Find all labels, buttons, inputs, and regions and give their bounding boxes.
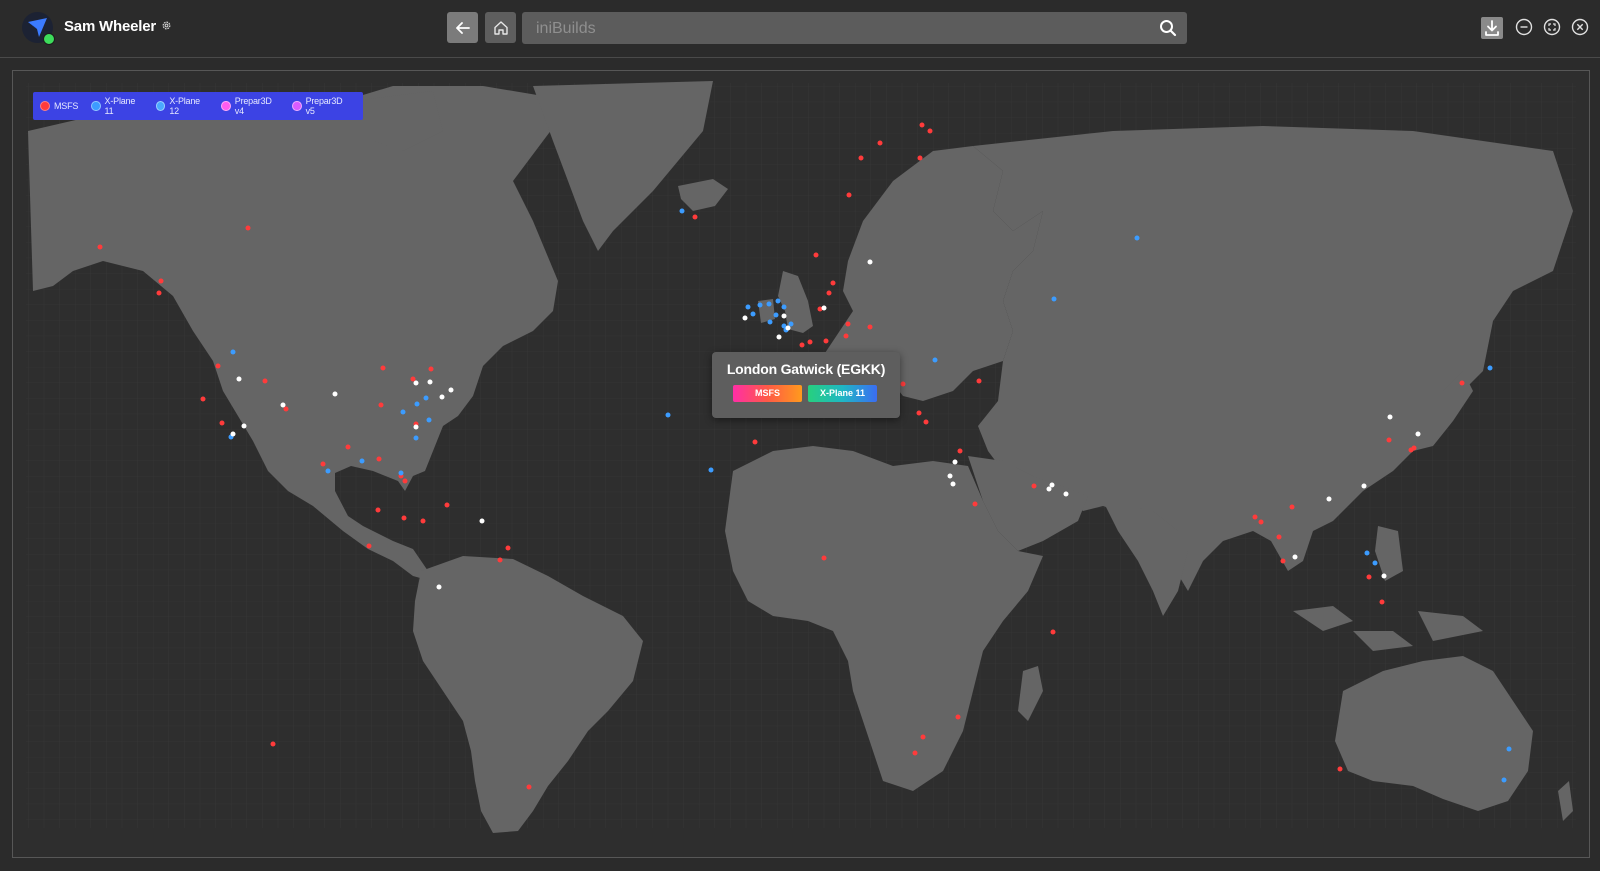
- legend-item-xplane-12[interactable]: X-Plane 12: [156, 96, 208, 116]
- user-name: Sam Wheeler: [64, 18, 157, 35]
- tag-msfs[interactable]: MSFS: [733, 385, 802, 402]
- maximize-icon[interactable]: [1543, 18, 1561, 36]
- home-icon: [493, 20, 508, 35]
- legend-item-prepar3d-v5[interactable]: Prepar3D v5: [292, 96, 350, 116]
- back-button[interactable]: [447, 12, 478, 43]
- legend-label-xplane-11: X-Plane 11: [104, 96, 136, 116]
- legend-item-prepar3d-v4[interactable]: Prepar3D v4: [221, 96, 279, 116]
- airport-tooltip[interactable]: London Gatwick (EGKK) MSFS X-Plane 11: [712, 352, 900, 418]
- online-status-dot: [43, 33, 55, 45]
- legend-item-xplane-11[interactable]: X-Plane 11: [91, 96, 143, 116]
- legend-dot-prepar3d-v4: [221, 101, 231, 111]
- legend-dot-msfs: [40, 101, 50, 111]
- world-map[interactable]: [13, 71, 1589, 857]
- search-input[interactable]: [534, 12, 1138, 46]
- legend-dot-xplane-12: [156, 101, 166, 111]
- legend-label-prepar3d-v5: Prepar3D v5: [305, 96, 343, 116]
- arrow-left-icon: [455, 21, 470, 34]
- gear-icon[interactable]: [161, 20, 172, 31]
- download-icon[interactable]: [1481, 17, 1503, 39]
- tooltip-title: London Gatwick (EGKK): [726, 361, 886, 377]
- world-map-panel[interactable]: MSFS X-Plane 11 X-Plane 12 Prepar3D v4 P…: [12, 70, 1590, 858]
- legend-item-msfs[interactable]: MSFS: [40, 101, 78, 111]
- search-bar: [522, 12, 1187, 46]
- legend: MSFS X-Plane 11 X-Plane 12 Prepar3D v4 P…: [33, 92, 363, 120]
- legend-label-msfs: MSFS: [54, 101, 79, 111]
- minimize-icon[interactable]: [1515, 18, 1533, 36]
- tag-xplane-11[interactable]: X-Plane 11: [808, 385, 877, 402]
- legend-label-xplane-12: X-Plane 12: [169, 96, 200, 116]
- title-bar: Sam Wheeler: [0, 0, 1600, 58]
- legend-dot-prepar3d-v5: [292, 101, 302, 111]
- legend-dot-xplane-11: [91, 101, 101, 111]
- close-icon[interactable]: [1571, 18, 1589, 36]
- legend-label-prepar3d-v4: Prepar3D v4: [234, 96, 272, 116]
- search-icon[interactable]: [1159, 19, 1177, 37]
- home-button[interactable]: [485, 12, 516, 43]
